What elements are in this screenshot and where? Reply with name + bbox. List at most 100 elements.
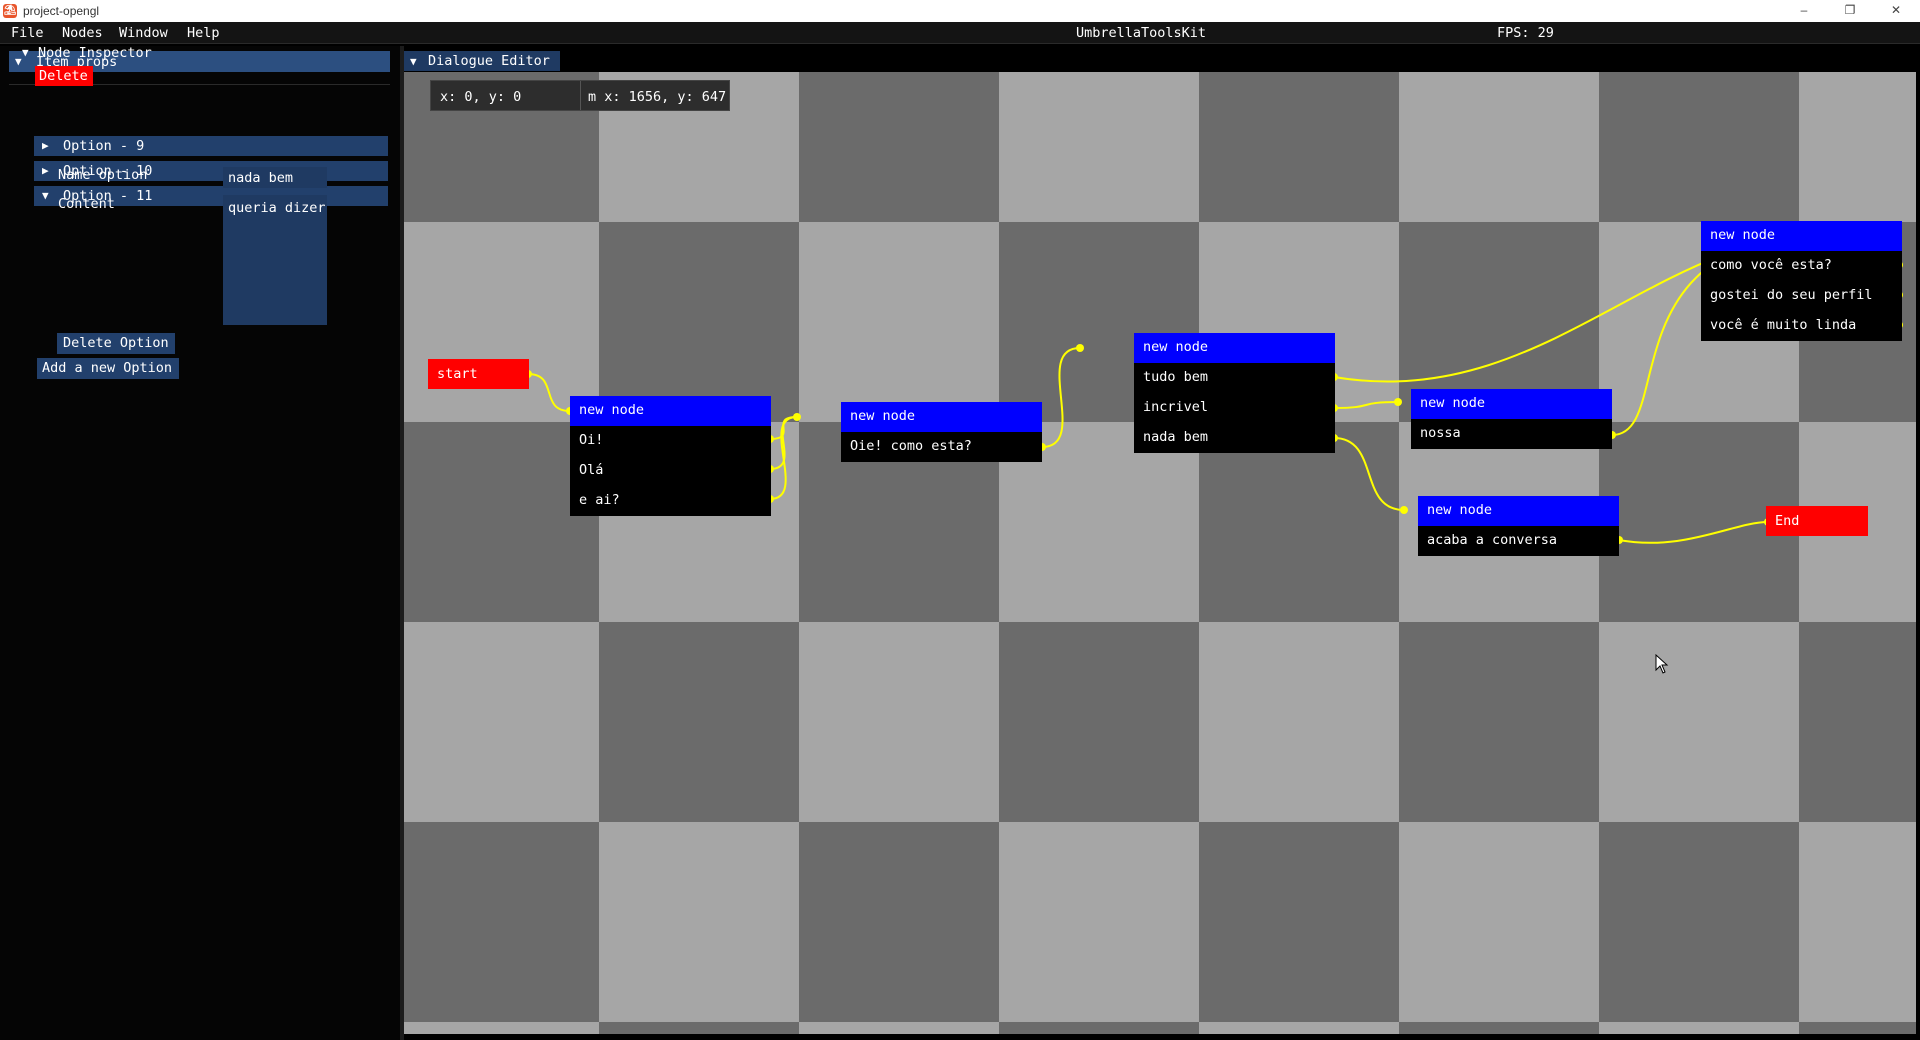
checker-tile [1799,822,1916,1022]
dialogue-node-4[interactable]: new node nossa [1411,389,1612,449]
checker-tile [1599,72,1799,222]
fps-counter: FPS: 29 [1497,25,1554,41]
start-node[interactable]: start [428,359,529,389]
menu-file[interactable]: File [11,25,44,41]
pin [1400,506,1408,514]
window-title-bar: ⛱ project-opengl – ❐ ✕ [0,0,1920,22]
checker-tile [404,622,599,822]
node-title[interactable]: new node [841,402,1042,432]
checker-tile [1199,622,1399,822]
close-button[interactable]: ✕ [1873,0,1919,22]
dialogue-node-6[interactable]: new node como você esta? gostei do seu p… [1701,221,1902,341]
name-option-input[interactable]: nada bem [223,167,327,188]
menu-bar: File Nodes Window Help UmbrellaToolsKit … [0,22,1920,44]
pin [1394,398,1402,406]
node-option[interactable]: e ai? [570,486,771,516]
dialogue-node-1[interactable]: new node Oi! Olá e ai? [570,396,771,516]
coordinates-readout: x: 0, y: 0 m x: 1656, y: 647 [430,80,730,111]
checker-tile [799,622,999,822]
checker-tile [1399,622,1599,822]
mouse-position: m x: 1656, y: 647 [588,89,727,105]
app-logo-icon: ⛱ [3,4,17,18]
mouse-cursor-icon [1655,654,1669,674]
tree-expanded-icon[interactable]: ▼ [22,46,29,59]
menu-window[interactable]: Window [119,25,168,41]
node-inspector-label[interactable]: Node Inspector [38,45,152,61]
content-textarea[interactable]: queria dizer [223,195,327,325]
node-option[interactable]: gostei do seu perfil [1701,281,1902,311]
checker-tile [1199,72,1399,222]
option-label: Option - 9 [63,138,145,154]
checker-tile [1399,1022,1599,1034]
maximize-button[interactable]: ❐ [1827,0,1873,22]
name-option-label: Name option [58,167,148,183]
pin [1076,344,1084,352]
checker-tile [1799,622,1916,822]
node-graph[interactable] [404,72,1916,1034]
node-option[interactable]: incrivel [1134,393,1335,423]
divider [580,81,581,110]
node-option[interactable]: você é muito linda [1701,311,1902,341]
collapse-arrow-icon[interactable]: ▼ [15,55,22,68]
checker-tile [1799,72,1916,222]
node-option[interactable]: nossa [1411,419,1612,449]
checker-tile [999,72,1199,222]
node-title[interactable]: new node [1701,221,1902,251]
checker-tile [599,222,799,422]
checker-tile [999,622,1199,822]
checker-tile [599,822,799,1022]
dialogue-editor-canvas[interactable] [404,72,1916,1034]
collapsed-arrow-icon: ▶ [42,164,49,177]
checker-tile [1599,622,1799,822]
node-option[interactable]: Oie! como esta? [841,432,1042,462]
window-title: project-opengl [23,4,100,18]
delete-option-button[interactable]: Delete Option [57,333,175,354]
checker-tile [404,1022,599,1034]
dialogue-node-5[interactable]: new node acaba a conversa [1418,496,1619,556]
node-option[interactable]: acaba a conversa [1418,526,1619,556]
checker-tile [404,222,599,422]
node-title[interactable]: new node [1134,333,1335,363]
node-title[interactable]: new node [570,396,771,426]
checker-tile [1199,822,1399,1022]
checker-tile [799,1022,999,1034]
checker-tile [999,822,1199,1022]
node-option[interactable]: tudo bem [1134,363,1335,393]
dialogue-node-2[interactable]: new node Oie! como esta? [841,402,1042,462]
canvas-offset: x: 0, y: 0 [440,89,522,105]
checker-tile [599,1022,799,1034]
node-option[interactable]: nada bem [1134,423,1335,453]
menu-help[interactable]: Help [187,25,220,41]
checker-tile [599,622,799,822]
node-option[interactable]: como você esta? [1701,251,1902,281]
node-option[interactable]: Olá [570,456,771,486]
menu-nodes[interactable]: Nodes [62,25,103,41]
node-title[interactable]: new node [1411,389,1612,419]
expanded-arrow-icon: ▼ [42,189,49,202]
checkerboard-background [404,72,1916,1034]
dialogue-node-3[interactable]: new node tudo bem incrivel nada bem [1134,333,1335,453]
checker-tile [999,1022,1199,1034]
checker-tile [1799,1022,1916,1034]
checker-tile [1399,822,1599,1022]
add-option-button[interactable]: Add a new Option [37,358,179,379]
collapse-arrow-icon[interactable]: ▼ [410,55,417,68]
pin [793,413,801,421]
checker-tile [404,822,599,1022]
minimize-button[interactable]: – [1781,0,1827,22]
delete-node-button[interactable]: Delete [35,66,93,86]
collapsed-arrow-icon: ▶ [42,139,49,152]
checker-tile [1599,822,1799,1022]
checker-tile [799,822,999,1022]
app-name-label: UmbrellaToolsKit [1076,25,1207,41]
option-row-9[interactable]: ▶ Option - 9 [34,136,388,156]
checker-tile [1399,72,1599,222]
checker-tile [799,222,999,422]
dialogue-editor-tab[interactable]: ▼ Dialogue Editor [404,51,560,71]
node-option[interactable]: Oi! [570,426,771,456]
checker-tile [799,72,999,222]
end-node[interactable]: End [1766,506,1868,536]
node-title[interactable]: new node [1418,496,1619,526]
content-label: Content [58,196,115,212]
checker-tile [1599,1022,1799,1034]
